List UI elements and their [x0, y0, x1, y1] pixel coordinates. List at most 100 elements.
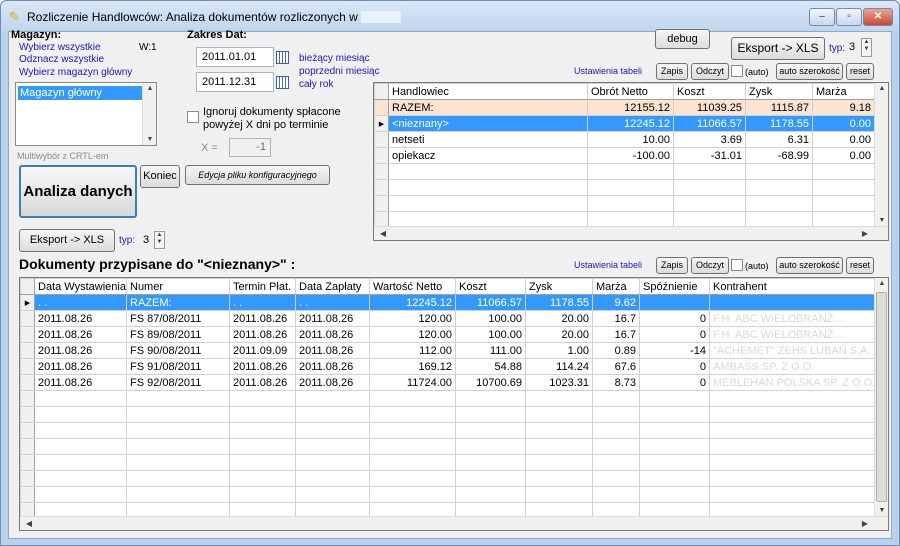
scroll-right-icon[interactable]: ▶	[858, 229, 872, 238]
cell: 0.89	[592, 342, 640, 359]
sales-hscroll[interactable]: ◀ ▶	[374, 226, 888, 240]
select-all-link[interactable]: Wybierz wszystkie	[19, 42, 101, 53]
col-header[interactable]: Obrót Netto	[587, 83, 674, 100]
col-header[interactable]: Wartość Netto	[369, 278, 456, 295]
calendar-to-icon[interactable]	[276, 76, 289, 89]
table-row[interactable]: ▶ <nieznany> 12245.12 11066.57 1178.55 0…	[374, 115, 875, 132]
table-row[interactable]: opiekacz -100.00 -31.01 -68.99 0.00	[374, 147, 875, 164]
select-main-warehouse-link[interactable]: Wybierz magazyn główny	[19, 67, 132, 78]
read-settings-button-bottom[interactable]: Odczyt	[691, 257, 729, 274]
end-button[interactable]: Koniec	[140, 165, 180, 188]
col-header[interactable]: Numer	[126, 278, 230, 295]
sales-vscroll[interactable]: ▲ ▼	[874, 83, 888, 226]
typ-spinner-left[interactable]: ▲ ▼	[154, 231, 165, 249]
typ-spinner-top[interactable]: ▲ ▼	[861, 38, 872, 57]
export-xls-button-left[interactable]: Eksport -> XLS	[19, 229, 115, 252]
scroll-up-icon[interactable]: ▲	[875, 280, 888, 287]
cell: 100.00	[455, 310, 526, 327]
col-header[interactable]: Data Wystawienia	[34, 278, 127, 295]
scroll-left-icon[interactable]: ◀	[22, 519, 36, 528]
col-header[interactable]: Handlowiec	[388, 83, 588, 100]
date-from-input[interactable]: 2011.01.01	[196, 47, 274, 67]
cell: 16.7	[592, 310, 640, 327]
cell: 0	[639, 326, 710, 343]
cell: AMBASS SP. Z O.O.	[709, 358, 888, 375]
scroll-up-icon[interactable]: ▲	[875, 85, 888, 92]
auto-width-button-bottom[interactable]: auto szerokość	[776, 257, 843, 274]
cell: 9.18	[812, 99, 875, 116]
table-row[interactable]: 2011.08.26 FS 87/08/2011 2011.08.26 2011…	[20, 310, 888, 327]
table-row[interactable]: 2011.08.26 FS 91/08/2011 2011.08.26 2011…	[20, 358, 888, 375]
col-header[interactable]: Koszt	[673, 83, 746, 100]
scroll-left-icon[interactable]: ◀	[376, 229, 390, 238]
cell: 0.00	[812, 131, 875, 148]
col-header[interactable]: Zysk	[745, 83, 813, 100]
table-row[interactable]: netseti 10.00 3.69 6.31 0.00	[374, 131, 875, 148]
col-header[interactable]: Data Zapłaty	[295, 278, 370, 295]
cell: 1178.55	[745, 115, 813, 132]
save-settings-button-top[interactable]: Zapis	[656, 63, 688, 80]
auto-width-button-top[interactable]: auto szerokość	[776, 63, 843, 80]
reset-button-bottom[interactable]: reset	[846, 257, 874, 274]
x-days-input[interactable]: -1	[229, 138, 271, 157]
table-row[interactable]: 2011.08.26 FS 89/08/2011 2011.08.26 2011…	[20, 326, 888, 343]
col-header[interactable]: Marża	[812, 83, 875, 100]
table-row[interactable]: 2011.08.26 FS 90/08/2011 2011.09.09 2011…	[20, 342, 888, 359]
analyze-data-button[interactable]: Analiza danych	[19, 165, 137, 218]
table-row[interactable]: RAZEM: 12155.12 11039.25 1115.87 9.18	[374, 99, 875, 116]
cell: 100.00	[455, 326, 526, 343]
sales-grid[interactable]: Handlowiec Obrót Netto Koszt Zysk Marża …	[373, 82, 889, 241]
export-xls-button-top[interactable]: Eksport -> XLS	[731, 37, 825, 60]
scroll-right-icon[interactable]: ▶	[858, 519, 872, 528]
col-header[interactable]: Spóźnienie	[639, 278, 710, 295]
scroll-down-icon[interactable]: ▼	[875, 217, 888, 224]
row-pointer-icon: ▶	[374, 115, 389, 132]
auto-checkbox-top[interactable]	[731, 65, 743, 77]
header-row: Handlowiec Obrót Netto Koszt Zysk Marża	[374, 83, 875, 100]
cell: FS 90/08/2011	[126, 342, 230, 359]
date-to-input[interactable]: 2011.12.31	[196, 72, 274, 92]
auto-checkbox-bottom[interactable]	[731, 259, 743, 271]
col-header[interactable]: Kontrahent	[709, 278, 888, 295]
scroll-thumb[interactable]	[876, 292, 887, 502]
warehouse-list[interactable]: Magazyn główny ▲ ▼	[15, 82, 157, 146]
cell: 111.00	[455, 342, 526, 359]
empty-row	[20, 406, 888, 423]
close-button[interactable]: ✕	[863, 8, 893, 26]
empty-row	[20, 422, 888, 439]
col-header[interactable]: Koszt	[455, 278, 526, 295]
calendar-from-icon[interactable]	[276, 51, 289, 64]
cell: 2011.08.26	[295, 358, 370, 375]
scroll-down-icon[interactable]: ▼	[875, 507, 888, 514]
scroll-down-icon[interactable]: ▼	[143, 136, 157, 143]
col-header[interactable]: Zysk	[525, 278, 593, 295]
current-month-link[interactable]: bieżący miesiąc	[299, 53, 370, 64]
list-scrollbar[interactable]: ▲ ▼	[142, 83, 156, 145]
scroll-up-icon[interactable]: ▲	[143, 85, 157, 92]
minimize-button[interactable]: ‒	[809, 8, 835, 26]
save-settings-button-bottom[interactable]: Zapis	[656, 257, 688, 274]
ignore-paid-checkbox[interactable]	[187, 111, 199, 123]
documents-vscroll[interactable]: ▲ ▼	[874, 278, 888, 516]
list-item[interactable]: Magazyn główny	[18, 86, 142, 100]
reset-button-top[interactable]: reset	[846, 63, 874, 80]
cell: MEBLEHAN POLSKA SP. Z O.O.	[709, 374, 888, 391]
table-row[interactable]: 2011.08.26 FS 92/08/2011 2011.08.26 2011…	[20, 374, 888, 391]
x-label: X =	[201, 142, 218, 154]
maximize-button[interactable]: ▫	[836, 8, 862, 26]
title-bar[interactable]: ✎ Rozliczenie Handlowców: Analiza dokume…	[1, 1, 899, 31]
documents-hscroll[interactable]: ◀ ▶	[20, 516, 888, 530]
table-row[interactable]: ▶ . . RAZEM: . . . . 12245.12 11066.57 1…	[20, 294, 888, 311]
debug-button[interactable]: debug	[655, 29, 710, 49]
deselect-all-link[interactable]: Odznacz wszystkie	[19, 54, 104, 65]
ignore-paid-label: Ignoruj dokumenty spłacone powyżej X dni…	[203, 106, 341, 131]
read-settings-button-top[interactable]: Odczyt	[691, 63, 729, 80]
documents-grid[interactable]: Data Wystawienia Numer Termin Płat. Data…	[19, 277, 889, 531]
col-header[interactable]: Marża	[592, 278, 640, 295]
cell: 54.88	[455, 358, 526, 375]
previous-month-link[interactable]: poprzedni miesiąc	[299, 66, 380, 77]
col-header[interactable]: Termin Płat.	[229, 278, 296, 295]
cell: FS 89/08/2011	[126, 326, 230, 343]
edit-config-button[interactable]: Edycja pliku konfiguracyjnego	[185, 165, 330, 185]
whole-year-link[interactable]: cały rok	[299, 79, 333, 90]
